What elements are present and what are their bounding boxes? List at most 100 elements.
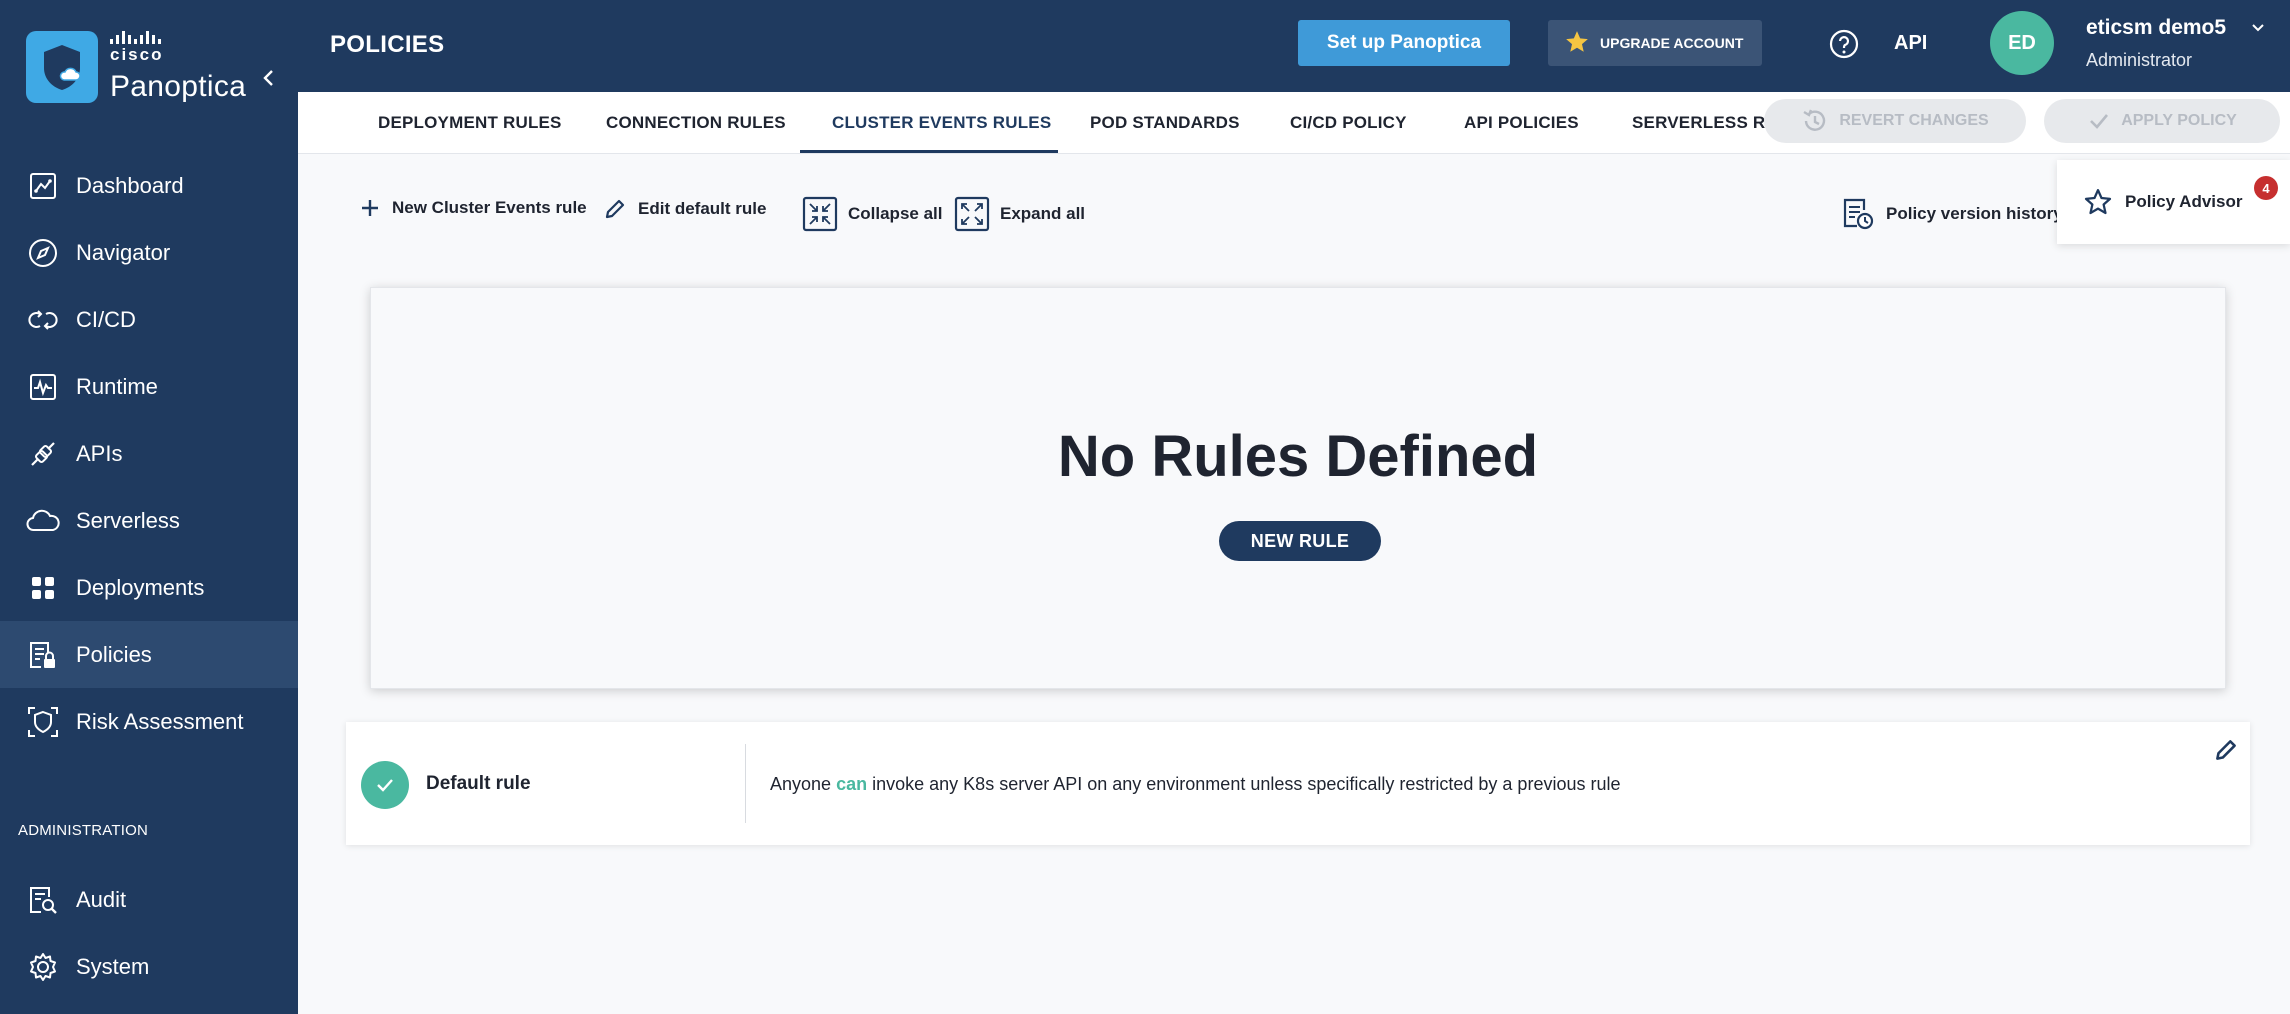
sidebar-item-label: Risk Assessment <box>76 708 244 734</box>
sidebar-item-apis[interactable]: APIs <box>0 420 298 487</box>
upgrade-account-label: UPGRADE ACCOUNT <box>1600 35 1744 51</box>
default-rule-description: Anyone can invoke any K8s server API on … <box>770 774 1621 795</box>
compass-icon <box>26 236 60 270</box>
policy-icon <box>26 638 60 672</box>
expand-all-label: Expand all <box>1000 204 1086 223</box>
sidebar-item-label: CI/CD <box>76 306 136 332</box>
sidebar-item-audit[interactable]: Audit <box>0 866 298 933</box>
user-role: Administrator <box>2086 50 2193 70</box>
sidebar-item-label: APIs <box>76 440 123 466</box>
expand-all-button[interactable]: Expand all <box>954 196 1085 232</box>
admin-section-heading: ADMINISTRATION <box>18 822 149 839</box>
brand[interactable]: cisco Panoptica <box>26 30 246 104</box>
audit-icon <box>26 883 60 917</box>
tab-cicd-policy[interactable]: CI/CD POLICY <box>1290 92 1407 154</box>
gear-icon <box>26 950 60 984</box>
edit-default-label: Edit default rule <box>638 199 767 218</box>
tab-cluster-events-rules[interactable]: CLUSTER EVENTS RULES <box>832 92 1051 154</box>
sidebar-item-label: Policies <box>76 641 152 667</box>
sidebar-item-label: Runtime <box>76 373 158 399</box>
tab-pod-standards[interactable]: POD STANDARDS <box>1090 92 1240 154</box>
shield-scan-icon <box>26 705 60 739</box>
sidebar-item-runtime[interactable]: Runtime <box>0 353 298 420</box>
history-icon <box>1803 109 1826 131</box>
apply-policy-label: APPLY POLICY <box>2121 112 2237 129</box>
collapse-all-button[interactable]: Collapse all <box>802 196 942 232</box>
chevron-down-icon[interactable] <box>2250 20 2266 41</box>
dashboard-icon <box>26 169 60 203</box>
collapse-sidebar-button[interactable] <box>262 68 276 94</box>
sidebar-item-deployments[interactable]: Deployments <box>0 554 298 621</box>
version-history-icon <box>1843 198 1874 230</box>
star-outline-icon <box>2084 189 2112 215</box>
star-icon <box>1564 29 1590 58</box>
sidebar-item-label: Serverless <box>76 507 180 533</box>
sidebar-item-dashboard[interactable]: Dashboard <box>0 152 298 219</box>
cloud-icon <box>26 504 60 538</box>
collapse-icon <box>802 196 838 232</box>
grid-icon <box>26 571 60 605</box>
sidebar-item-label: Dashboard <box>76 172 184 198</box>
check-icon <box>2090 114 2109 129</box>
collapse-all-label: Collapse all <box>848 204 943 223</box>
panoptica-logo-icon <box>26 31 98 103</box>
runtime-icon <box>26 370 60 404</box>
empty-state-title: No Rules Defined <box>1057 424 1539 489</box>
edit-default-rule-icon[interactable] <box>2212 736 2240 769</box>
active-tab-underline <box>800 150 1058 153</box>
policy-advisor-button[interactable]: Policy Advisor <box>2057 160 2290 244</box>
apply-policy-button[interactable]: APPLY POLICY <box>2044 99 2280 143</box>
api-icon <box>26 437 60 471</box>
pencil-icon <box>605 199 625 219</box>
tab-connection-rules[interactable]: CONNECTION RULES <box>606 92 786 154</box>
top-header: POLICIES Set up Panoptica UPGRADE ACCOUN… <box>298 0 2290 92</box>
sidebar-item-label: Audit <box>76 886 127 912</box>
sidebar: cisco Panoptica Dashboard Navigator CI/C… <box>0 0 298 1014</box>
sidebar-nav: Dashboard Navigator CI/CD Runtime APIs S… <box>0 152 298 755</box>
sidebar-item-risk-assessment[interactable]: Risk Assessment <box>0 688 298 755</box>
product-name: Panoptica <box>110 70 247 103</box>
cisco-bars-icon <box>110 30 246 44</box>
tab-serverless-rules[interactable]: SERVERLESS RUL <box>1632 92 1768 154</box>
help-icon[interactable] <box>1828 28 1860 65</box>
policy-version-history-button[interactable]: Policy version history <box>1840 196 2063 232</box>
sidebar-item-cicd[interactable]: CI/CD <box>0 286 298 353</box>
tab-deployment-rules[interactable]: DEPLOYMENT RULES <box>378 92 562 154</box>
revert-changes-label: REVERT CHANGES <box>1839 112 1989 129</box>
sidebar-item-label: Deployments <box>76 574 205 600</box>
rule-object: invoke any K8s server API on any environ… <box>872 774 1621 794</box>
avatar[interactable]: ED <box>1990 11 2054 75</box>
api-link[interactable]: API <box>1894 32 1927 55</box>
sidebar-item-system[interactable]: System <box>0 933 298 1000</box>
sidebar-item-policies[interactable]: Policies <box>0 621 298 688</box>
version-history-label: Policy version history <box>1886 204 2063 223</box>
divider <box>745 744 746 823</box>
expand-icon <box>954 196 990 232</box>
sidebar-item-label: System <box>76 953 150 979</box>
setup-panoptica-button[interactable]: Set up Panoptica <box>1298 20 1510 66</box>
company-name: cisco <box>110 45 164 64</box>
plus-icon <box>362 200 378 216</box>
empty-state-card: No Rules Defined NEW RULE <box>370 287 2226 689</box>
new-cluster-events-rule-button[interactable]: New Cluster Events rule <box>358 196 587 220</box>
default-rule-label: Default rule <box>426 773 531 794</box>
revert-changes-button[interactable]: REVERT CHANGES <box>1764 99 2026 143</box>
default-rule-row: Default rule Anyone can invoke any K8s s… <box>346 722 2250 845</box>
new-rule-label: New Cluster Events rule <box>392 198 587 217</box>
sidebar-item-label: Navigator <box>76 239 171 265</box>
policy-tabs: DEPLOYMENT RULES CONNECTION RULES CLUSTE… <box>298 92 2290 154</box>
admin-nav: Audit System <box>0 866 298 1000</box>
cicd-icon <box>26 303 60 337</box>
tab-api-policies[interactable]: API POLICIES <box>1464 92 1579 154</box>
edit-default-rule-button[interactable]: Edit default rule <box>602 196 766 222</box>
rule-action: can <box>836 774 868 794</box>
sidebar-item-navigator[interactable]: Navigator <box>0 219 298 286</box>
check-circle-icon <box>361 761 409 809</box>
upgrade-account-button[interactable]: UPGRADE ACCOUNT <box>1548 20 1762 66</box>
new-rule-button[interactable]: NEW RULE <box>1219 521 1381 561</box>
rule-subject: Anyone <box>770 774 832 794</box>
notification-badge: 4 <box>2254 176 2278 200</box>
user-name[interactable]: eticsm demo5 <box>2086 16 2226 40</box>
policy-advisor-label: Policy Advisor <box>2125 192 2243 211</box>
sidebar-item-serverless[interactable]: Serverless <box>0 487 298 554</box>
